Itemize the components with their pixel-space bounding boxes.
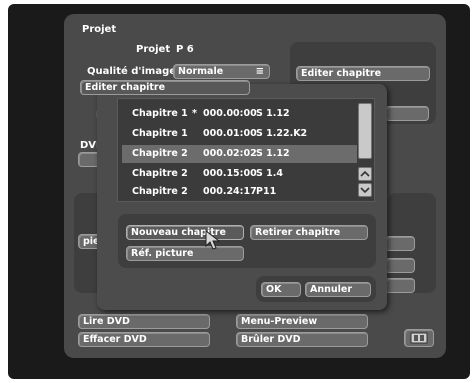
- ref-picture-button[interactable]: Réf. picture: [126, 246, 244, 261]
- ok-button[interactable]: OK: [261, 282, 301, 297]
- project-value: P 6: [176, 44, 194, 55]
- read-dvd-button[interactable]: Lire DVD: [78, 314, 210, 329]
- list-icon: ≡: [255, 66, 264, 77]
- project-section-label: Projet: [82, 24, 117, 35]
- film-icon[interactable]: [404, 329, 434, 347]
- burn-dvd-button[interactable]: Brûler DVD: [236, 332, 368, 347]
- list-item[interactable]: Chapitre 2 000.15:00 S 1.4: [122, 165, 357, 183]
- right-mid-button-2[interactable]: [385, 258, 415, 273]
- mouse-pointer-icon: [205, 230, 221, 250]
- quality-select[interactable]: Normale ≡: [173, 64, 270, 79]
- remove-chapter-button[interactable]: Retirer chapitre: [250, 225, 368, 240]
- right-hidden-button[interactable]: [385, 106, 429, 121]
- list-item-selected[interactable]: Chapitre 2 000.02:02 S 1.12: [122, 145, 357, 163]
- edit-chapter-button[interactable]: Editer chapitre: [296, 66, 430, 81]
- right-mid-button-1[interactable]: [385, 236, 415, 251]
- cancel-button[interactable]: Annuler: [305, 282, 371, 297]
- quality-value: Normale: [178, 66, 224, 77]
- scroll-thumb[interactable]: [358, 103, 372, 159]
- list-item[interactable]: Chapitre 2 000.24:17 P11: [122, 183, 357, 201]
- menu-preview-button[interactable]: Menu-Preview: [236, 314, 368, 329]
- dialog-title: Editer chapitre: [80, 80, 250, 95]
- new-chapter-button[interactable]: Nouveau chapitre: [126, 225, 244, 240]
- list-item[interactable]: Chapitre 1 000.01:00 S 1.22.K2: [122, 125, 357, 143]
- scroll-up-icon[interactable]: [358, 167, 372, 181]
- right-mid-button-3[interactable]: [385, 278, 415, 293]
- scroll-down-icon[interactable]: [358, 183, 372, 197]
- scrollbar[interactable]: [358, 103, 372, 199]
- project-label: Projet: [136, 44, 171, 55]
- erase-dvd-button[interactable]: Effacer DVD: [78, 332, 210, 347]
- chapter-list[interactable]: Chapitre 1 * 000.00:00 S 1.12 Chapitre 1…: [117, 98, 375, 202]
- screen: Projet Projet P 6 Qualité d'image Normal…: [0, 0, 475, 383]
- quality-label: Qualité d'image: [87, 66, 177, 77]
- list-item[interactable]: Chapitre 1 * 000.00:00 S 1.12: [122, 105, 357, 123]
